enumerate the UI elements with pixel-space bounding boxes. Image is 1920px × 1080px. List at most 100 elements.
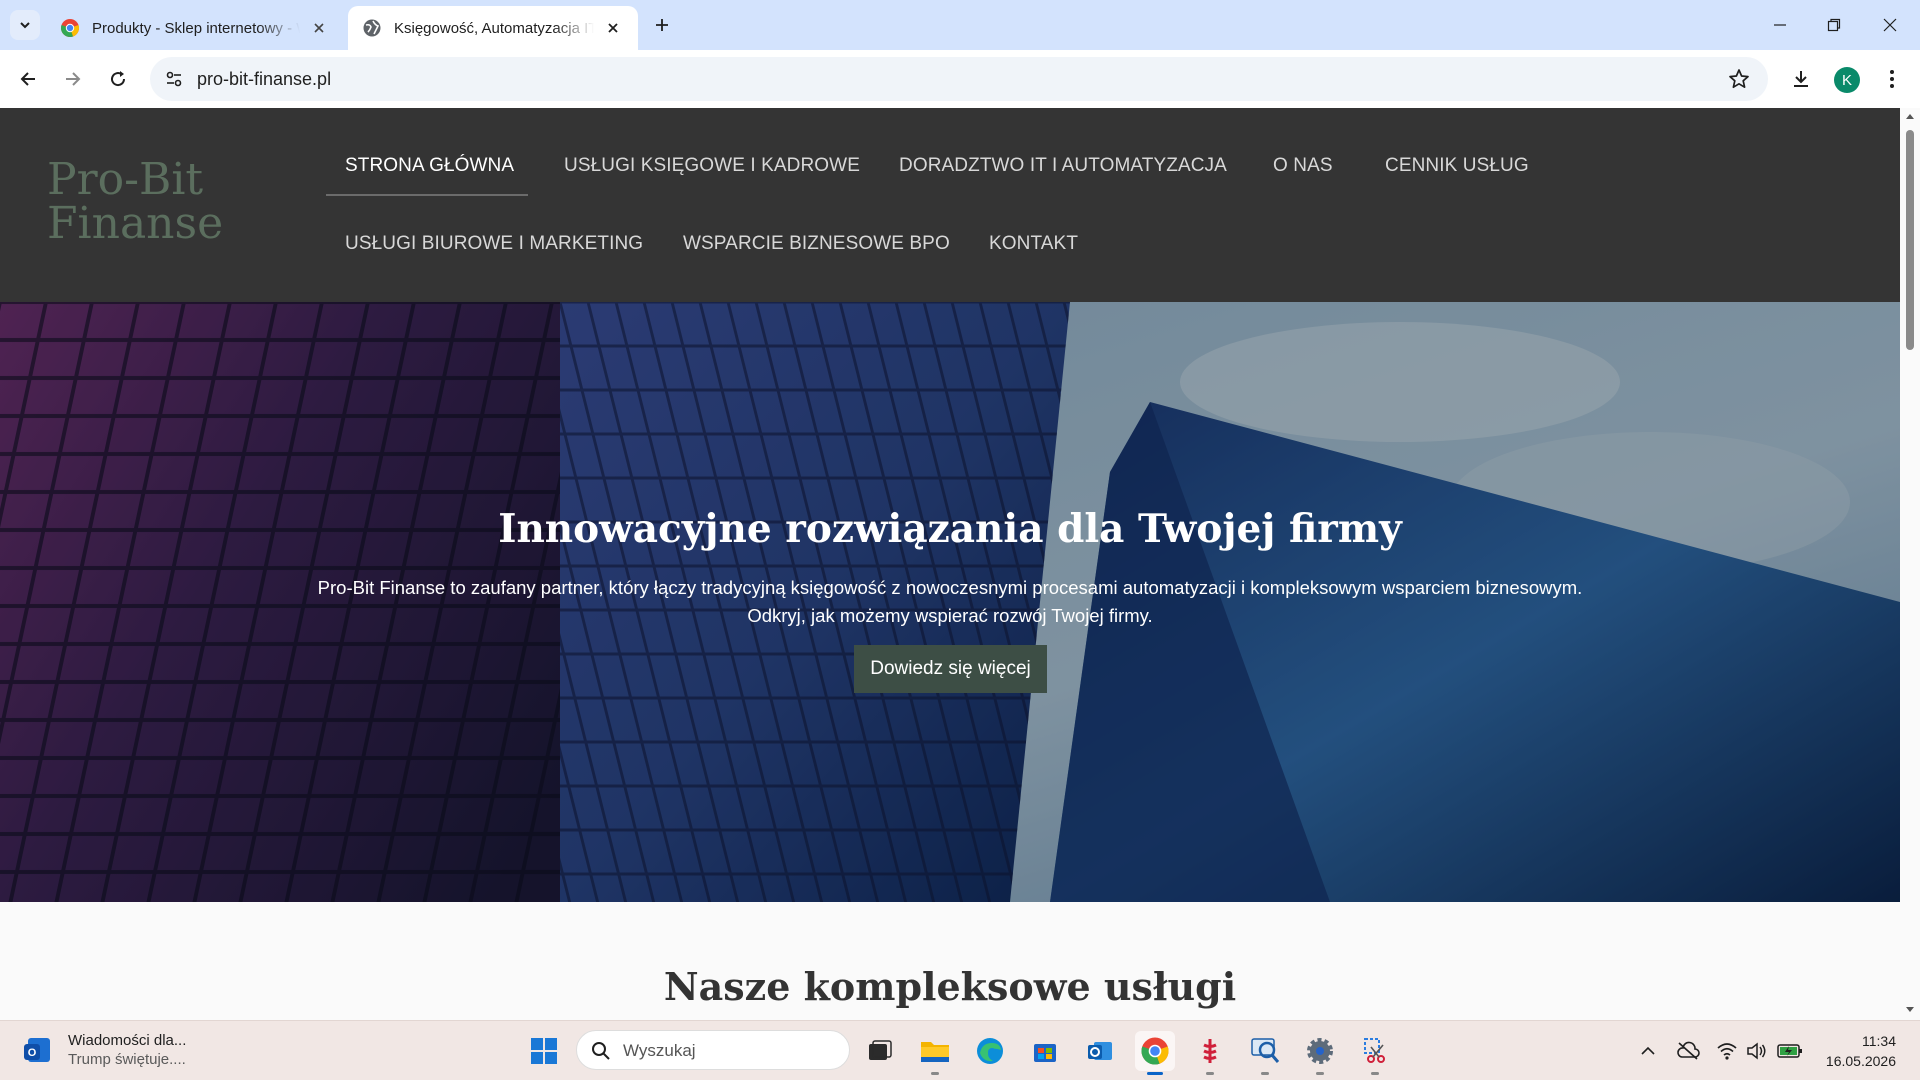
scroll-down-icon[interactable]	[1905, 1006, 1915, 1014]
browser-toolbar: pro-bit-finanse.pl K	[0, 50, 1920, 108]
chrome-favicon-icon	[60, 19, 80, 38]
taskbar-outlook[interactable]	[1080, 1031, 1120, 1071]
svg-text:O: O	[28, 1047, 37, 1059]
taskbar-chrome[interactable]	[1135, 1031, 1175, 1075]
tray-volume[interactable]	[1744, 1039, 1770, 1063]
red-app-icon	[1203, 1039, 1217, 1063]
taskbar-snipping-tool[interactable]	[1355, 1031, 1395, 1075]
edge-icon	[977, 1038, 1003, 1064]
nav-accounting[interactable]: USŁUGI KSIĘGOWE I KADROWE	[564, 155, 860, 177]
arrow-left-icon	[20, 72, 35, 86]
close-window-button[interactable]	[1862, 0, 1918, 50]
browser-tab-probit[interactable]: Księgowość, Automatyzacja IT i B	[348, 6, 638, 50]
hero-title: Innowacyjne rozwiązania dla Twojej firmy	[498, 506, 1402, 552]
bookmark-star-icon[interactable]	[1728, 68, 1750, 95]
taskbar-magnifier[interactable]	[1245, 1031, 1285, 1075]
nav-home[interactable]: STRONA GŁÓWNA	[345, 155, 514, 177]
nav-bpo[interactable]: WSPARCIE BIZNESOWE BPO	[683, 233, 950, 255]
browser-tab-bar: Produkty - Sklep internetowy - W Księgow…	[0, 0, 1920, 50]
tab-title: Produkty - Sklep internetowy - W	[92, 19, 300, 37]
tab-search-button[interactable]	[10, 10, 40, 40]
minimize-icon	[1774, 24, 1786, 26]
taskbar-store[interactable]	[1025, 1031, 1065, 1071]
start-button[interactable]	[524, 1031, 564, 1071]
page-viewport: Pro-Bit Finanse STRONA GŁÓWNA USŁUGI KSI…	[0, 108, 1920, 1020]
clock-time: 11:34	[1862, 1033, 1896, 1049]
close-tab-icon[interactable]	[308, 17, 330, 39]
url-text[interactable]: pro-bit-finanse.pl	[197, 69, 331, 90]
hero-section: Innowacyjne rozwiązania dla Twojej firmy…	[0, 302, 1900, 902]
battery-charging-icon	[1777, 1044, 1802, 1058]
forward-button[interactable]	[57, 63, 89, 95]
system-clock[interactable]: 11:34 16.05.2026	[1816, 1031, 1896, 1071]
site-header: Pro-Bit Finanse STRONA GŁÓWNA USŁUGI KSI…	[0, 108, 1900, 302]
reload-icon	[111, 71, 126, 87]
site-info-icon[interactable]	[164, 69, 184, 94]
active-indicator	[1147, 1072, 1163, 1075]
profile-avatar[interactable]: K	[1834, 67, 1860, 93]
news-widget[interactable]: O Wiadomości dla... Trump świętuje....	[22, 1031, 186, 1069]
back-button[interactable]	[12, 63, 44, 95]
tray-wifi[interactable]	[1714, 1039, 1740, 1063]
running-indicator	[1206, 1072, 1214, 1075]
windows-taskbar: O Wiadomości dla... Trump świętuje.... W…	[0, 1020, 1920, 1080]
tray-overflow-button[interactable]	[1635, 1039, 1661, 1063]
news-title: Wiadomości dla...	[68, 1032, 187, 1049]
taskbar-file-explorer[interactable]	[915, 1031, 955, 1075]
learn-more-button[interactable]: Dowiedz się więcej	[854, 645, 1047, 693]
logo-line: Finanse	[47, 198, 224, 249]
scroll-up-icon[interactable]	[1905, 112, 1915, 120]
cloud-offline-icon	[1677, 1041, 1700, 1060]
nav-pricing[interactable]: CENNIK USŁUG	[1385, 155, 1529, 177]
nav-active-underline	[326, 194, 528, 196]
restore-button[interactable]	[1806, 0, 1862, 50]
tab-title: Księgowość, Automatyzacja IT i B	[394, 19, 594, 37]
tray-battery[interactable]	[1777, 1039, 1803, 1063]
taskbar-task-view[interactable]	[860, 1031, 900, 1071]
scrollbar-thumb[interactable]	[1906, 130, 1914, 350]
search-icon	[592, 1042, 610, 1060]
plus-icon	[656, 19, 668, 31]
browser-tab-products[interactable]: Produkty - Sklep internetowy - W	[46, 6, 344, 50]
task-view-icon	[869, 1040, 892, 1060]
scissors-icon	[1364, 1038, 1385, 1063]
store-icon	[1034, 1044, 1056, 1062]
globe-favicon-icon	[363, 19, 381, 37]
address-bar[interactable]: pro-bit-finanse.pl	[150, 57, 1768, 101]
chevron-down-icon	[20, 22, 30, 29]
outlook-icon	[1088, 1042, 1112, 1060]
close-tab-icon[interactable]	[602, 17, 624, 39]
nav-contact[interactable]: KONTAKT	[989, 233, 1078, 255]
hero-content: Innowacyjne rozwiązania dla Twojej firmy…	[0, 302, 1900, 902]
windows-logo-icon	[531, 1038, 557, 1064]
running-indicator	[931, 1072, 939, 1075]
magnifier-icon	[1251, 1038, 1280, 1063]
taskbar-settings[interactable]	[1300, 1031, 1340, 1075]
nav-it-consulting[interactable]: DORADZTWO IT I AUTOMATYZACJA	[899, 155, 1227, 177]
taskbar-edge[interactable]	[970, 1031, 1010, 1071]
restore-icon	[1827, 18, 1841, 32]
download-icon	[1794, 71, 1808, 87]
site-logo[interactable]: Pro-Bit Finanse	[47, 158, 287, 246]
downloads-button[interactable]	[1785, 63, 1817, 95]
nav-about[interactable]: O NAS	[1273, 155, 1333, 177]
news-subtitle: Trump świętuje....	[68, 1051, 186, 1068]
new-tab-button[interactable]	[648, 11, 676, 39]
minimize-button[interactable]	[1752, 0, 1808, 50]
taskbar-red-app[interactable]	[1190, 1031, 1230, 1075]
taskbar-search[interactable]: Wyszukaj	[576, 1030, 850, 1070]
wifi-icon	[1717, 1043, 1737, 1060]
reload-button[interactable]	[102, 63, 134, 95]
clock-date: 16.05.2026	[1825, 1053, 1896, 1069]
news-icon: O	[24, 1038, 50, 1062]
search-placeholder: Wyszukaj	[623, 1041, 696, 1060]
gear-icon	[1307, 1038, 1333, 1064]
nav-office-marketing[interactable]: USŁUGI BIUROWE I MARKETING	[345, 233, 643, 255]
menu-button[interactable]	[1876, 63, 1908, 95]
services-section-title: Nasze kompleksowe usługi	[663, 964, 1237, 1009]
arrow-right-icon	[66, 72, 81, 86]
folder-icon	[921, 1042, 949, 1062]
page-scrollbar[interactable]	[1900, 108, 1920, 1020]
more-vertical-icon	[1890, 70, 1894, 88]
tray-onedrive[interactable]	[1675, 1039, 1701, 1063]
